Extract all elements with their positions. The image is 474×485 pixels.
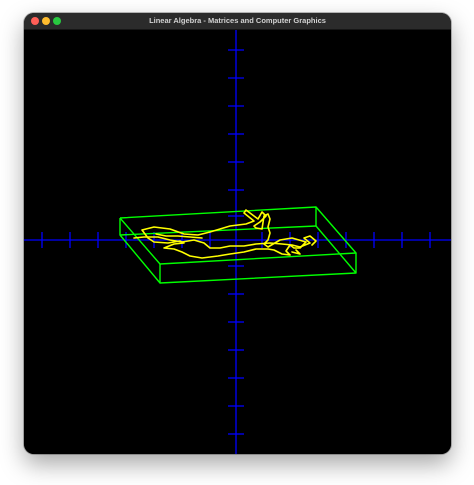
app-window: Linear Algebra - Matrices and Computer G… <box>24 13 451 454</box>
graphics-canvas[interactable] <box>24 30 451 454</box>
scene-svg <box>24 30 451 454</box>
coordinate-axes <box>24 30 451 454</box>
box-hidden-edge <box>315 225 357 274</box>
bounding-box-wireframe <box>119 206 357 284</box>
window-title: Linear Algebra - Matrices and Computer G… <box>149 16 326 25</box>
title-bar[interactable]: Linear Algebra - Matrices and Computer G… <box>24 13 451 30</box>
figure-foot-detail <box>291 249 301 255</box>
figure-upper-outline <box>141 209 307 259</box>
figure-wireframe <box>133 209 317 259</box>
